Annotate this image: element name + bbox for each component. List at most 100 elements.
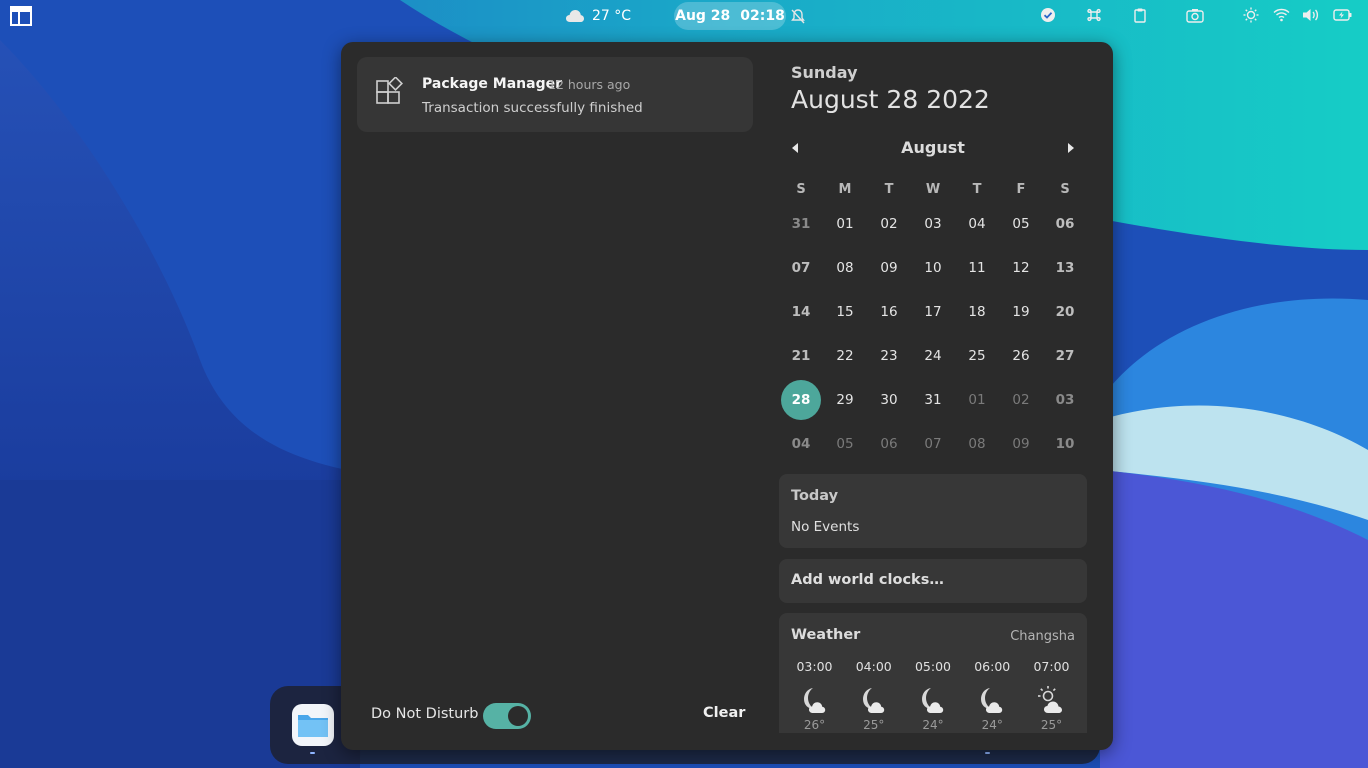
topbar-weather[interactable]: 27 °C [566, 6, 631, 26]
calendar-day[interactable]: 23 [867, 334, 911, 378]
calendar-day-today[interactable]: 28 [779, 378, 823, 422]
forecast-temperature: 25° [1040, 718, 1063, 732]
calendar-day[interactable]: 11 [955, 246, 999, 290]
topbar-temperature: 27 °C [592, 8, 632, 24]
weekday-label: M [838, 182, 852, 197]
forecast-hour: 05:00 24° [904, 659, 963, 732]
calendar-day[interactable]: 22 [823, 334, 867, 378]
calendar-day[interactable]: 21 [779, 334, 823, 378]
battery-charging-icon[interactable] [1333, 7, 1353, 23]
screenshot-icon[interactable] [1186, 7, 1204, 23]
notifications-disabled-icon [791, 9, 805, 24]
day-name: Sunday [791, 63, 858, 82]
events-title: Today [791, 488, 839, 504]
weekday-label: S [796, 182, 806, 197]
calendar-day[interactable]: 12 [999, 246, 1043, 290]
calendar-day[interactable]: 31 [911, 378, 955, 422]
night-light-icon[interactable] [1243, 7, 1259, 23]
weekday-label: W [925, 182, 941, 197]
forecast-time: 04:00 [855, 659, 892, 674]
activities-button[interactable] [10, 6, 32, 26]
calendar-day[interactable]: 01 [955, 378, 999, 422]
forecast-time: 05:00 [914, 659, 952, 674]
forecast-hour: 07:00 25° [1022, 659, 1081, 732]
running-indicator [310, 752, 315, 754]
calendar-month: August [901, 138, 965, 157]
calendar-day[interactable]: 15 [823, 290, 867, 334]
notification-body: Transaction successfully finished [422, 100, 643, 116]
wifi-icon[interactable] [1273, 7, 1290, 23]
calendar-week: 04 05 06 07 08 09 10 [779, 422, 1087, 466]
calendar-day[interactable]: 04 [955, 202, 999, 246]
command-key-icon[interactable] [1086, 7, 1102, 23]
calendar-day[interactable]: 19 [999, 290, 1043, 334]
calendar-day[interactable]: 04 [779, 422, 823, 466]
toggle-knob [508, 706, 528, 726]
calendar-day[interactable]: 14 [779, 290, 823, 334]
events-empty-text: No Events [791, 519, 860, 535]
calendar-day[interactable]: 09 [867, 246, 911, 290]
calendar-day[interactable]: 24 [911, 334, 955, 378]
calendar-day[interactable]: 16 [867, 290, 911, 334]
calendar-day[interactable]: 17 [911, 290, 955, 334]
clear-button[interactable]: Clear [703, 705, 745, 721]
calendar-day[interactable]: 10 [911, 246, 955, 290]
calendar-day[interactable]: 02 [999, 378, 1043, 422]
clipboard-icon[interactable] [1132, 7, 1148, 23]
calendar-day[interactable]: 03 [1043, 378, 1087, 422]
calendar-day[interactable]: 05 [999, 202, 1043, 246]
calendar-day[interactable]: 26 [999, 334, 1043, 378]
calendar-week: 21 22 23 24 25 26 27 [779, 334, 1087, 378]
dnd-label: Do Not Disturb [371, 706, 479, 722]
calendar-day[interactable]: 06 [1043, 202, 1087, 246]
calendar-week: 28 29 30 31 01 02 03 [779, 378, 1087, 422]
calendar-day[interactable]: 07 [911, 422, 955, 466]
calendar-day[interactable]: 29 [823, 378, 867, 422]
events-section[interactable]: Today No Events [779, 474, 1087, 548]
forecast-hour: 04:00 25° [844, 659, 903, 732]
add-world-clocks-button[interactable]: Add world clocks… [779, 559, 1087, 603]
calendar-day[interactable]: 10 [1043, 422, 1087, 466]
calendar-day[interactable]: 13 [1043, 246, 1087, 290]
calendar-day[interactable]: 05 [823, 422, 867, 466]
forecast-temperature: 25° [863, 718, 885, 732]
calendar-week: 14 15 16 17 18 19 20 [779, 290, 1087, 334]
weather-forecast: 03:00 26° 04:00 25° 05:00 24° 06:00 24° 07:00 25° [785, 659, 1081, 732]
package-manager-icon [376, 77, 403, 104]
calendar-day[interactable]: 31 [779, 202, 823, 246]
world-clocks-label: Add world clocks… [791, 572, 944, 588]
calendar-day[interactable]: 02 [867, 202, 911, 246]
next-month-icon[interactable] [1065, 141, 1077, 155]
layout-icon [10, 6, 32, 26]
notification-time: 12 hours ago [548, 77, 631, 92]
dnd-toggle[interactable] [483, 703, 531, 729]
calendar-day[interactable]: 07 [779, 246, 823, 290]
date-time-button[interactable]: Aug 28 02:18 [674, 2, 786, 30]
calendar-day[interactable]: 27 [1043, 334, 1087, 378]
calendar-day[interactable]: 08 [823, 246, 867, 290]
previous-month-icon[interactable] [789, 141, 801, 155]
calendar-day[interactable]: 01 [823, 202, 867, 246]
forecast-time: 03:00 [796, 659, 833, 674]
notification-card[interactable]: Package Manager 12 hours ago Transaction… [357, 57, 753, 132]
check-circle-icon[interactable] [1040, 7, 1056, 23]
dock-app-files[interactable] [292, 704, 334, 746]
weather-section[interactable]: Weather Changsha 03:00 26° 04:00 25° 05:00 24… [779, 613, 1087, 733]
volume-icon[interactable] [1302, 7, 1320, 23]
calendar-day[interactable]: 08 [955, 422, 999, 466]
calendar-day[interactable]: 06 [867, 422, 911, 466]
date-menu-panel: Package Manager 12 hours ago Transaction… [341, 42, 1113, 750]
cloud-icon [566, 10, 584, 22]
calendar-week: 07 08 09 10 11 12 13 [779, 246, 1087, 290]
notification-app-name: Package Manager [422, 76, 562, 92]
weather-city: Changsha [1010, 629, 1075, 644]
calendar-day[interactable]: 03 [911, 202, 955, 246]
calendar-day[interactable]: 25 [955, 334, 999, 378]
forecast-time: 07:00 [1033, 659, 1070, 674]
calendar-day[interactable]: 09 [999, 422, 1043, 466]
calendar-week: 31 01 02 03 04 05 06 [779, 202, 1087, 246]
weekday-label: T [884, 182, 894, 197]
calendar-day[interactable]: 30 [867, 378, 911, 422]
calendar-day[interactable]: 18 [955, 290, 999, 334]
calendar-day[interactable]: 20 [1043, 290, 1087, 334]
